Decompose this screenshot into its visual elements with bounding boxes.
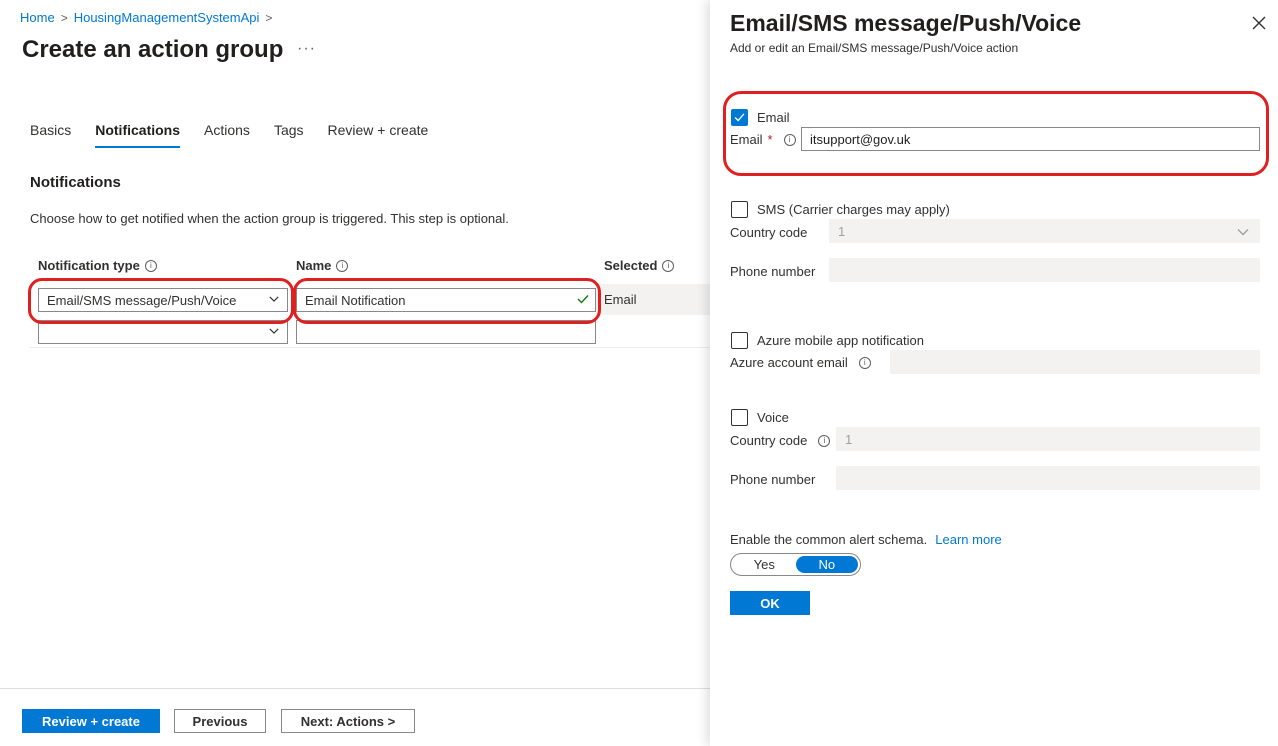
- chevron-right-icon: >: [60, 10, 68, 25]
- panel-subtitle: Add or edit an Email/SMS message/Push/Vo…: [730, 41, 1019, 55]
- previous-button[interactable]: Previous: [174, 709, 266, 733]
- email-checkbox[interactable]: [731, 109, 748, 126]
- section-title: Notifications: [30, 174, 121, 191]
- panel-title: Email/SMS message/Push/Voice: [730, 10, 1082, 36]
- column-header-type: Notification type i: [38, 258, 157, 273]
- breadcrumb-resource[interactable]: HousingManagementSystemApi: [74, 10, 260, 25]
- sms-phone-input[interactable]: [829, 258, 1260, 282]
- learn-more-link[interactable]: Learn more: [935, 532, 1001, 547]
- chevron-down-icon: [269, 328, 279, 334]
- ok-button[interactable]: OK: [730, 591, 810, 615]
- label-text: Azure account email: [730, 355, 848, 370]
- column-label: Selected: [604, 258, 658, 273]
- page-title: Create an action group: [22, 36, 284, 63]
- input-value: Email Notification: [305, 292, 406, 308]
- chevron-down-icon: [269, 296, 279, 302]
- required-marker: *: [767, 132, 773, 147]
- breadcrumb-home[interactable]: Home: [20, 10, 55, 25]
- label-text: Country code: [730, 433, 808, 448]
- toggle-no[interactable]: No: [795, 556, 858, 573]
- push-account-input[interactable]: [890, 350, 1260, 374]
- notification-name-input[interactable]: Email Notification: [296, 288, 596, 312]
- notification-type-dropdown[interactable]: Email/SMS message/Push/Voice: [38, 288, 288, 312]
- push-checkbox-label: Azure mobile app notification: [757, 333, 924, 348]
- review-create-button[interactable]: Review + create: [22, 709, 160, 733]
- email-input[interactable]: itsupport@gov.uk: [801, 127, 1260, 151]
- info-icon[interactable]: i: [662, 259, 675, 272]
- footer-divider: [0, 688, 710, 689]
- tab-tags[interactable]: Tags: [274, 122, 304, 148]
- push-checkbox[interactable]: [731, 332, 748, 349]
- dropdown-value: Email/SMS message/Push/Voice: [47, 292, 237, 308]
- email-label: Email * i: [730, 132, 796, 147]
- email-sms-push-voice-panel: Email/SMS message/Push/Voice Add or edit…: [710, 0, 1278, 746]
- tab-review-create[interactable]: Review + create: [328, 122, 429, 148]
- info-icon[interactable]: i: [144, 259, 157, 272]
- chevron-right-icon: >: [265, 10, 273, 25]
- column-header-selected: Selected i: [604, 258, 675, 273]
- voice-checkbox[interactable]: [731, 409, 748, 426]
- column-label: Notification type: [38, 258, 140, 273]
- input-value: itsupport@gov.uk: [810, 131, 911, 147]
- dropdown-value: 1: [838, 223, 846, 239]
- info-icon[interactable]: i: [858, 356, 871, 369]
- selected-value: Email: [604, 292, 637, 307]
- section-description: Choose how to get notified when the acti…: [30, 211, 509, 226]
- label-text: Email: [730, 132, 763, 147]
- tab-notifications[interactable]: Notifications: [95, 122, 181, 148]
- label-text: Enable the common alert schema.: [730, 532, 928, 547]
- sms-country-dropdown[interactable]: 1: [829, 219, 1260, 243]
- voice-phone-input[interactable]: [836, 466, 1260, 490]
- column-header-name: Name i: [296, 258, 349, 273]
- toggle-yes[interactable]: Yes: [733, 556, 796, 573]
- sms-checkbox-label: SMS (Carrier charges may apply): [757, 202, 950, 217]
- close-icon[interactable]: [1250, 14, 1268, 32]
- next-actions-button[interactable]: Next: Actions >: [281, 709, 415, 733]
- input-value: 1: [845, 431, 853, 447]
- email-checkbox-label: Email: [757, 110, 790, 125]
- sms-phone-label: Phone number: [730, 264, 816, 279]
- checkmark-icon: [577, 295, 589, 304]
- push-account-label: Azure account email i: [730, 355, 871, 370]
- sms-country-label: Country code: [730, 225, 808, 240]
- alert-schema-label: Enable the common alert schema. Learn mo…: [730, 532, 1002, 547]
- chevron-down-icon: [1237, 229, 1249, 236]
- sms-checkbox[interactable]: [731, 201, 748, 218]
- voice-country-input[interactable]: 1: [836, 427, 1260, 451]
- voice-checkbox-label: Voice: [757, 410, 789, 425]
- voice-phone-label: Phone number: [730, 472, 816, 487]
- notification-type-dropdown-empty[interactable]: [38, 320, 288, 344]
- voice-country-label: Country code i: [730, 433, 831, 448]
- checkmark-icon: [734, 113, 745, 122]
- info-icon[interactable]: i: [783, 133, 796, 146]
- alert-schema-toggle[interactable]: Yes No: [730, 553, 861, 576]
- divider: [30, 347, 710, 348]
- info-icon[interactable]: i: [818, 434, 831, 447]
- breadcrumb: Home > HousingManagementSystemApi >: [20, 10, 272, 25]
- more-options-icon[interactable]: ···: [297, 40, 316, 58]
- tab-actions[interactable]: Actions: [204, 122, 250, 148]
- notification-name-input-empty[interactable]: [296, 320, 596, 344]
- tab-basics[interactable]: Basics: [30, 122, 71, 148]
- column-label: Name: [296, 258, 332, 273]
- info-icon[interactable]: i: [336, 259, 349, 272]
- create-action-group-blade: Home > HousingManagementSystemApi > Crea…: [0, 0, 710, 746]
- tab-bar: Basics Notifications Actions Tags Review…: [30, 122, 452, 148]
